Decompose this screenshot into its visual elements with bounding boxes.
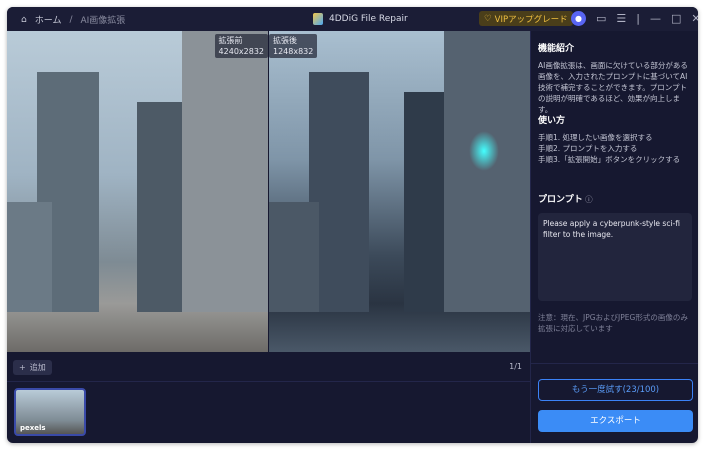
vip-label: VIPアップグレード — [494, 14, 568, 25]
step-3: 手順3.「拡張開始」ボタンをクリックする — [538, 155, 681, 164]
intro-title: 機能紹介 — [538, 44, 575, 54]
menu-icon[interactable]: ☰ — [616, 12, 626, 25]
feedback-icon[interactable]: ▭ — [596, 12, 606, 25]
plus-icon: + — [19, 363, 26, 372]
before-label-text: 拡張前 — [218, 36, 243, 45]
vip-upgrade-button[interactable]: ♡ VIPアップグレード — [479, 11, 573, 26]
before-label: 拡張前 4240x2832 — [214, 34, 268, 58]
app-logo-icon — [313, 13, 323, 25]
app-title: 4DDiG File Repair — [313, 13, 408, 25]
image-thumbnail[interactable]: pexels — [14, 388, 86, 436]
note-text: 注意：現在、JPGおよびJPEG形式の画像のみ拡張に対応しています — [538, 313, 688, 333]
prompt-input[interactable]: Please apply a cyberpunk-style sci-fi fi… — [538, 213, 692, 301]
breadcrumb-current: AI画像拡張 — [80, 16, 126, 26]
title-bar: ⌂ ホーム / AI画像拡張 4DDiG File Repair ♡ VIPアッ… — [7, 7, 698, 31]
app-title-text: 4DDiG File Repair — [329, 14, 408, 24]
page-counter: 1/1 — [509, 362, 522, 371]
discord-icon[interactable]: ● — [571, 11, 586, 26]
howto-title: 使い方 — [538, 116, 566, 126]
maximize-icon[interactable]: □ — [671, 12, 681, 25]
add-image-button[interactable]: + 追加 — [13, 360, 52, 375]
breadcrumb: ⌂ ホーム / AI画像拡張 — [21, 13, 126, 27]
howto-section: 使い方 手順1. 処理したい画像を選択する 手順2. プロンプトを入力する 手順… — [538, 116, 693, 165]
step-2: 手順2. プロンプトを入力する — [538, 144, 638, 153]
after-label-text: 拡張後 — [273, 36, 297, 45]
app-window: ⌂ ホーム / AI画像拡張 4DDiG File Repair ♡ VIPアッ… — [7, 7, 698, 443]
divider: | — [636, 12, 640, 25]
home-icon[interactable]: ⌂ — [21, 15, 27, 25]
after-size: 1248x832 — [273, 47, 314, 56]
vip-crown-icon: ♡ — [484, 13, 492, 24]
minimize-icon[interactable]: — — [650, 12, 661, 25]
intro-text: AI画像拡張は、画面に欠けている部分がある画像を、入力されたプロンプトに基づいて… — [538, 61, 688, 114]
close-icon[interactable]: ✕ — [691, 12, 698, 25]
window-controls: ● ▭ ☰ | — □ ✕ — [571, 11, 698, 26]
retry-button[interactable]: もう一度試す(23/100) — [538, 379, 693, 401]
divider — [531, 363, 698, 364]
side-panel: 機能紹介 AI画像拡張は、画面に欠けている部分がある画像を、入力されたプロンプト… — [530, 31, 698, 443]
breadcrumb-separator: / — [69, 14, 73, 25]
thumbnail-watermark: pexels — [20, 424, 46, 432]
breadcrumb-home[interactable]: ホーム — [35, 13, 62, 26]
info-icon[interactable]: ⓘ — [585, 195, 593, 204]
export-button[interactable]: エクスポート — [538, 410, 693, 432]
after-image: 拡張後 1248x832 — [269, 31, 530, 352]
add-label: 追加 — [29, 363, 46, 372]
prompt-title: プロンプト — [538, 195, 583, 205]
after-label: 拡張後 1248x832 — [269, 34, 318, 58]
intro-section: 機能紹介 AI画像拡張は、画面に欠けている部分がある画像を、入力されたプロンプト… — [538, 44, 693, 115]
before-image: 拡張前 4240x2832 — [7, 31, 268, 352]
prompt-heading: プロンプト ⓘ — [538, 194, 693, 206]
before-size: 4240x2832 — [218, 47, 264, 56]
step-1: 手順1. 処理したい画像を選択する — [538, 133, 653, 142]
image-toolbar: + 追加 1/1 — [7, 352, 530, 382]
